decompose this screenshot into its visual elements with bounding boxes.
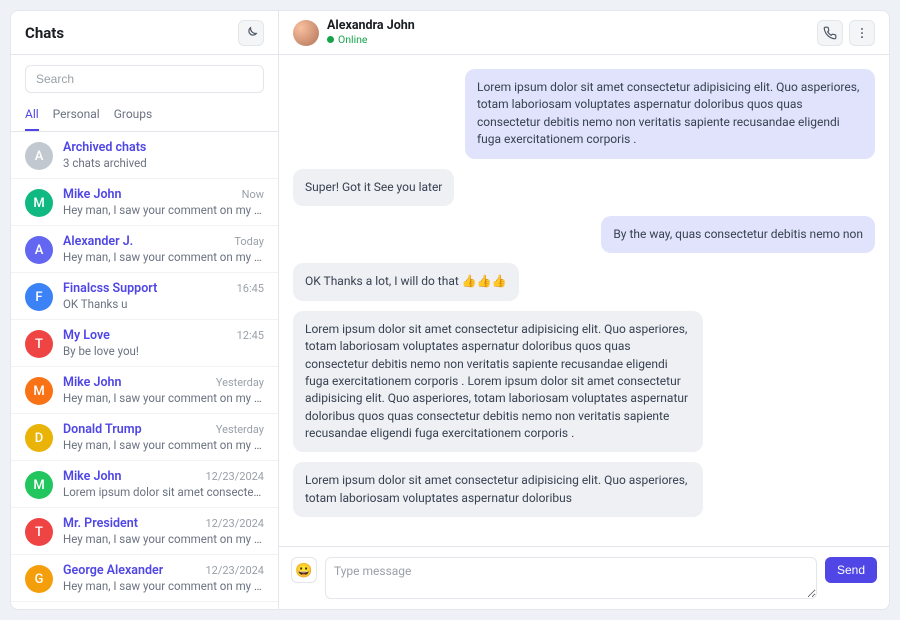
composer: 😀 Send xyxy=(279,546,889,609)
chat-item[interactable]: A Alexander J. Today Hey man, I saw your co… xyxy=(11,226,278,273)
chat-body: Mike John Yesterday Hey man, I saw your co… xyxy=(63,375,264,405)
chat-preview: 3 chats archived xyxy=(63,156,264,170)
phone-icon xyxy=(823,26,837,40)
sidebar: Chats All Personal Groups A Archived chats3… xyxy=(11,11,279,609)
chat-body: Finalcss Support 16:45 OK Thanks u xyxy=(63,281,264,311)
avatar: F xyxy=(25,283,53,311)
conversation-pane: Alexandra John Online Lorem ipsum dolor … xyxy=(279,11,889,609)
tab-all[interactable]: All xyxy=(25,99,39,131)
chat-time: 12/23/2024 xyxy=(205,470,264,483)
chat-item[interactable]: F Finalcss Support 16:45 OK Thanks u xyxy=(11,273,278,320)
header-info: Alexandra John Online xyxy=(327,19,415,45)
avatar: M xyxy=(25,471,53,499)
chats-title: Chats xyxy=(25,24,64,42)
theme-toggle-button[interactable] xyxy=(238,20,264,46)
chat-preview: Lorem ipsum dolor sit amet consectetur a… xyxy=(63,485,264,499)
message-list[interactable]: Lorem ipsum dolor sit amet consectetur a… xyxy=(279,55,889,546)
chat-name: Mr. President xyxy=(63,516,138,531)
message-in[interactable]: Lorem ipsum dolor sit amet consectetur a… xyxy=(293,311,703,453)
chat-item[interactable]: D Donald Trump Yesterday Hey man, I saw you… xyxy=(11,414,278,461)
contact-name: Alexandra John xyxy=(327,19,415,33)
chat-name: My Love xyxy=(63,328,110,343)
chat-body: Mr. President 12/23/2024 Hey man, I saw yo… xyxy=(63,516,264,546)
call-button[interactable] xyxy=(817,20,843,46)
moon-icon xyxy=(244,26,258,40)
avatar: A xyxy=(25,236,53,264)
chat-time: 12/23/2024 xyxy=(205,564,264,577)
emoji-button[interactable]: 😀 xyxy=(291,557,317,583)
avatar: T xyxy=(25,518,53,546)
chat-item[interactable]: M Mike John Yesterday Hey man, I saw your c… xyxy=(11,367,278,414)
avatar: T xyxy=(25,330,53,358)
chat-body: Mike John Now Hey man, I saw your comment … xyxy=(63,187,264,217)
avatar[interactable] xyxy=(293,20,319,46)
chat-preview: By be love you! xyxy=(63,344,264,358)
chat-name: George Alexander xyxy=(63,563,163,578)
chat-preview: Hey man, I saw your comment on my Figma … xyxy=(63,391,264,405)
chat-time: Yesterday xyxy=(216,376,264,389)
chat-time: Today xyxy=(234,235,264,248)
tab-personal[interactable]: Personal xyxy=(53,99,100,131)
chat-name: Finalcss Support xyxy=(63,281,157,296)
header-left: Alexandra John Online xyxy=(293,19,415,45)
chat-preview: Hey man, I saw your comment on my Figma … xyxy=(63,579,264,593)
sidebar-header: Chats xyxy=(11,11,278,55)
message-out[interactable]: Lorem ipsum dolor sit amet consectetur a… xyxy=(465,69,875,159)
chat-name: Mike John xyxy=(63,375,122,390)
app-frame: Chats All Personal Groups A Archived chats3… xyxy=(10,10,890,610)
chat-name: Alexander J. xyxy=(63,234,133,249)
chat-list[interactable]: A Archived chats3 chats archived M Mike Joh… xyxy=(11,132,278,609)
message-input[interactable] xyxy=(325,557,817,599)
search-wrap xyxy=(11,55,278,99)
avatar: M xyxy=(25,377,53,405)
more-vertical-icon xyxy=(855,26,869,40)
avatar: A xyxy=(25,142,53,170)
tab-groups[interactable]: Groups xyxy=(114,99,153,131)
chat-item[interactable]: T Mr. President 12/23/2024 Hey man, I saw y… xyxy=(11,508,278,555)
chat-name: Archived chats xyxy=(63,140,146,155)
chat-time: 16:45 xyxy=(237,282,264,295)
chat-filter-tabs: All Personal Groups xyxy=(11,99,278,132)
status-badge: Online xyxy=(327,34,415,46)
more-button[interactable] xyxy=(849,20,875,46)
chat-body: Mike John 12/23/2024 Lorem ipsum dolor sit… xyxy=(63,469,264,499)
chat-item[interactable]: M Mike John Now Hey man, I saw your comment… xyxy=(11,179,278,226)
chat-preview: OK Thanks u xyxy=(63,297,264,311)
chat-preview: Hey man, I saw your comment on my Figma … xyxy=(63,250,264,264)
chat-name: Mike John xyxy=(63,469,122,484)
chat-preview: Hey man, I saw your comment on my Figma … xyxy=(63,438,264,452)
conversation-header: Alexandra John Online xyxy=(279,11,889,55)
chat-body: Archived chats3 chats archived xyxy=(63,140,264,170)
chat-body: George Alexander 12/23/2024 Hey man, I saw… xyxy=(63,563,264,593)
chat-time: 12/23/2024 xyxy=(205,517,264,530)
chat-body: Alexander J. Today Hey man, I saw your com… xyxy=(63,234,264,264)
header-actions xyxy=(817,20,875,46)
chat-preview: Hey man, I saw your comment on my Figma … xyxy=(63,203,264,217)
chat-time: Yesterday xyxy=(216,423,264,436)
chat-body: My Love 12:45 By be love you! xyxy=(63,328,264,358)
chat-preview: Hey man, I saw your comment on my Figma … xyxy=(63,532,264,546)
chat-item[interactable]: A Archived chats3 chats archived xyxy=(11,132,278,179)
message-in[interactable]: OK Thanks a lot, I will do that 👍👍👍 xyxy=(293,263,519,300)
chat-time: 12:45 xyxy=(237,329,264,342)
search-input[interactable] xyxy=(25,65,264,93)
avatar: M xyxy=(25,189,53,217)
chat-item[interactable]: M Mike John 12/23/2024 Lorem ipsum dolor si… xyxy=(11,461,278,508)
chat-time: Now xyxy=(242,188,264,201)
avatar: G xyxy=(25,565,53,593)
message-in[interactable]: Super! Got it See you later xyxy=(293,169,454,206)
message-in[interactable]: Lorem ipsum dolor sit amet consectetur a… xyxy=(293,462,703,517)
chat-item[interactable]: T My Love 12:45 By be love you! xyxy=(11,320,278,367)
chat-item[interactable]: G George Alexander 12/23/2024 Hey man, I sa… xyxy=(11,555,278,602)
message-out[interactable]: By the way, quas consectetur debitis nem… xyxy=(601,216,875,253)
send-button[interactable]: Send xyxy=(825,557,877,583)
chat-name: Donald Trump xyxy=(63,422,142,437)
chat-body: Donald Trump Yesterday Hey man, I saw your… xyxy=(63,422,264,452)
chat-name: Mike John xyxy=(63,187,122,202)
avatar: D xyxy=(25,424,53,452)
